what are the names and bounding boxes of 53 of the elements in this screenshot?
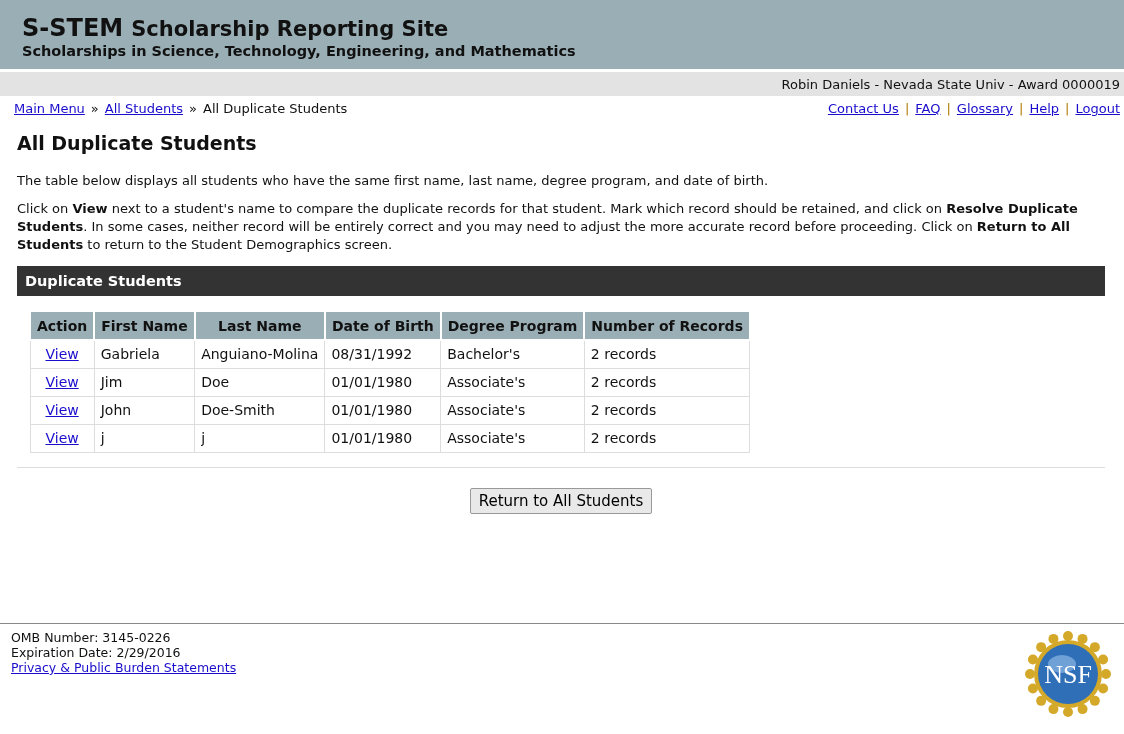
column-header: Date of Birth [324,311,441,340]
table-cell: Bachelor's [440,340,585,368]
link-separator: | [946,101,951,116]
link-separator: | [1019,101,1024,116]
site-subtitle: Scholarships in Science, Technology, Engineering, and Mathematics [22,43,577,59]
table-cell: Doe [194,368,325,396]
top-link[interactable]: FAQ [915,101,941,116]
table-cell: 2 records [584,396,750,424]
breadcrumb-current: All Duplicate Students [203,101,348,116]
instruction-text: The table below displays all students who have the same first name, last name, degree program, and date of birth. [17,172,770,190]
table-cell: Anguiano-Molina [194,340,325,368]
table-cell: 01/01/1980 [324,396,441,424]
table-cell: Associate's [440,424,585,452]
column-header: First Name [94,311,195,340]
column-header: Action [30,311,95,340]
table-cell: 2 records [584,340,750,368]
table-cell: 2 records [584,424,750,452]
column-header: Degree Program [440,311,585,340]
footer-text: OMB Number: 3145-0226 [11,630,172,645]
table-cell: 01/01/1980 [324,368,441,396]
user-info: Robin Daniels - Nevada State Univ - Award 0000019 [781,76,1120,92]
site-acronym: S-STEM [22,14,124,42]
breadcrumb-separator: » [189,101,197,116]
privacy-link[interactable]: Privacy & Public Burden Statements [11,660,237,675]
site-title: Scholarship Reporting Site [131,17,449,41]
return-button[interactable]: Return to All Students [469,487,653,514]
column-header: Last Name [194,311,325,340]
breadcrumb-link[interactable]: All Students [104,101,184,116]
table-cell: Associate's [440,368,585,396]
breadcrumb-link[interactable]: Main Menu [14,101,85,116]
top-link[interactable]: Glossary [956,101,1014,116]
link-separator: | [1065,101,1070,116]
table-cell: Jim [94,368,195,396]
breadcrumb-separator: » [90,101,99,116]
table-cell: j [194,424,325,452]
page-title: All Duplicate Students [17,132,258,154]
table-cell: 2 records [584,368,750,396]
nsf-logo: NSF [1024,630,1112,718]
table-cell: Gabriela [94,340,195,368]
top-link[interactable]: Logout [1075,101,1120,116]
table-cell: 01/01/1980 [324,424,441,452]
instruction-text: Click on View next to a student's name to compare the duplicate records for that student. Mark which record should be retained, and click on Resolve Duplicate Students. In some cases, neither record will be entirely correct and you may need to adjust the more accurate record before proceeding. Click on Return to All Students to return to the Student Demographics screen. [17,200,1079,254]
link-separator: | [904,101,910,116]
top-link[interactable]: Contact Us [827,101,899,116]
table-cell: Associate's [440,396,585,424]
section-header: Duplicate Students [17,266,1105,296]
table-cell: j [94,424,195,452]
footer-text: Expiration Date: 2/29/2016 [11,645,182,660]
top-link[interactable]: Help [1029,101,1060,116]
column-header: Number of Records [584,311,750,340]
table-cell: John [94,396,195,424]
table-cell: Doe-Smith [194,396,325,424]
table-cell: 08/31/1992 [324,340,441,368]
